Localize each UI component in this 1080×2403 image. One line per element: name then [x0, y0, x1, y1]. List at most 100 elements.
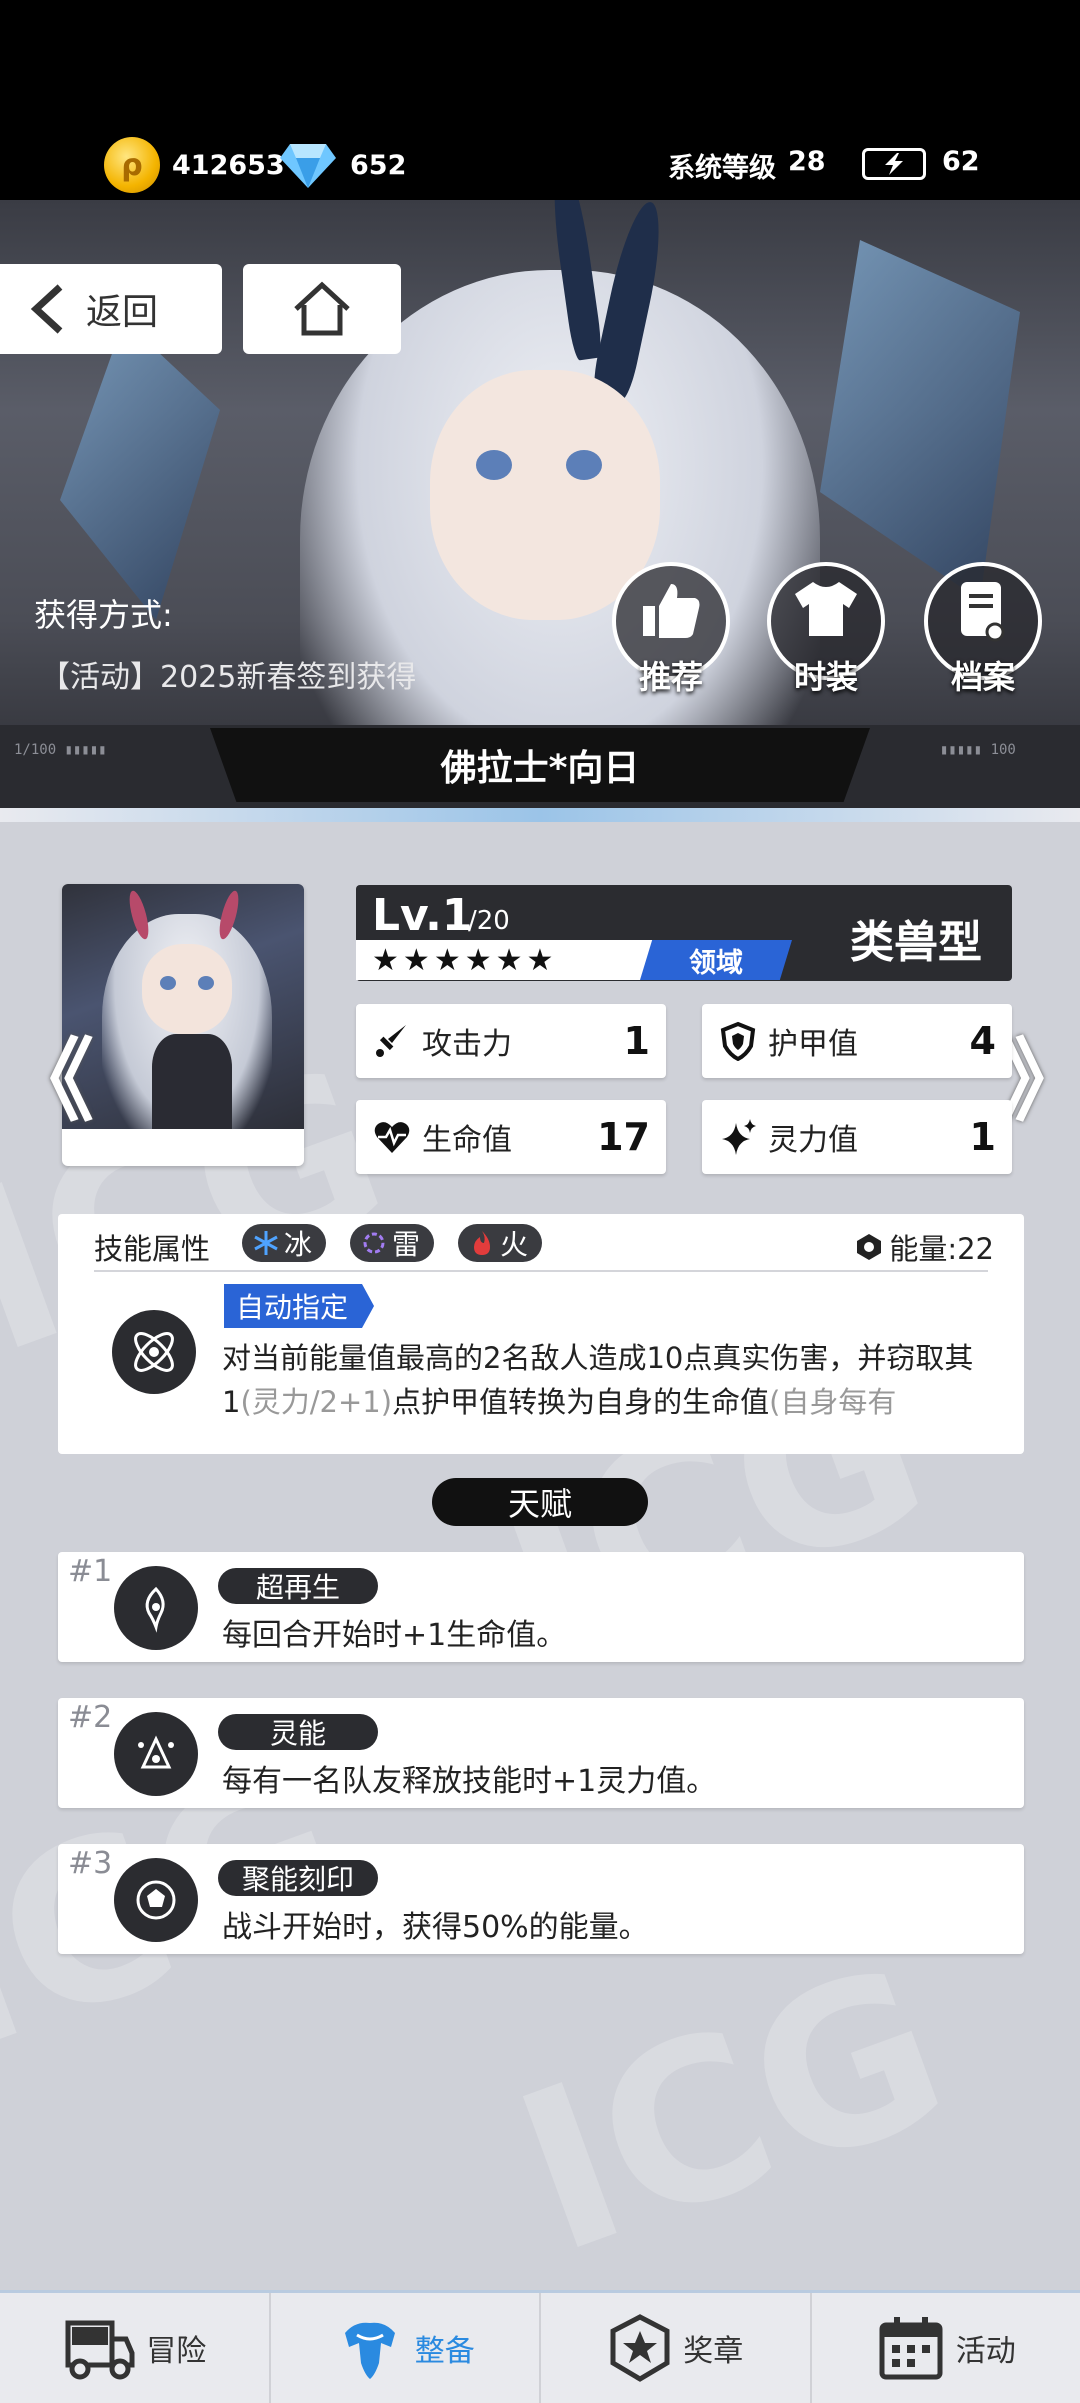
talent-name: 灵能: [218, 1714, 378, 1750]
home-icon: [294, 281, 350, 336]
energy-label: 能量:22: [889, 1232, 994, 1266]
obtain-method-label: 获得方式:: [34, 596, 173, 634]
tab-adventure[interactable]: 冒险: [0, 2293, 271, 2403]
next-character-arrow[interactable]: 》: [1000, 1008, 1080, 1138]
system-level-label: 系统等级: [668, 153, 776, 184]
talent-name: 超再生: [218, 1568, 378, 1604]
thunder-icon: [363, 1232, 385, 1254]
crystal-decoration: [60, 320, 220, 620]
portrait-image: [62, 884, 304, 1129]
tab-label: 奖章: [683, 2334, 744, 2369]
talent-description: 每有一名队友释放技能时+1灵力值。: [222, 1764, 717, 1799]
recommend-button[interactable]: 推荐: [612, 562, 730, 696]
system-level-value: 28: [788, 146, 826, 177]
fire-icon: [474, 1231, 490, 1255]
star-icon: ★: [372, 942, 399, 978]
psionic-crown-icon: [138, 1735, 174, 1769]
talent-description: 战斗开始时，获得50%的能量。: [222, 1910, 649, 1945]
character-portrait[interactable]: [62, 884, 304, 1166]
domain-tag-label: 领域: [689, 947, 743, 979]
coin-amount: 412653: [172, 149, 285, 181]
archive-label: 档案: [950, 658, 1015, 696]
talent-icon-circle: [114, 1858, 198, 1942]
talent-section-title: 天赋: [432, 1478, 648, 1526]
tab-label: 整备: [414, 2334, 475, 2369]
back-label: 返回: [86, 292, 159, 333]
crystal-decoration: [820, 240, 1020, 600]
skill-desc-note: (自身每有: [769, 1385, 897, 1419]
talent-icon-circle: [114, 1712, 198, 1796]
stat-attack: 攻击力 1: [356, 1004, 666, 1078]
skill-desc-formula: (灵力/2+1): [240, 1385, 393, 1419]
element-ice-badge: 冰: [242, 1224, 327, 1262]
truck-icon: [65, 2320, 135, 2380]
star-icon: ★: [495, 942, 523, 978]
level-max: /20: [468, 906, 510, 936]
stat-health: 生命值 17: [356, 1100, 666, 1174]
stat-value: 4: [969, 1019, 996, 1063]
name-bar-edge: [0, 808, 1080, 822]
background-watermark: ICG: [489, 1917, 975, 2303]
star-icon: ★: [433, 942, 461, 978]
coin-icon: ρ: [104, 137, 160, 193]
atom-icon: [134, 1332, 174, 1372]
domain-tag: 领域: [640, 940, 792, 980]
energy-hexagon-icon: [857, 1234, 882, 1260]
skill-desc-mid: 点护甲值转换为自身的生命值: [392, 1385, 770, 1419]
element-label: 雷: [392, 1228, 421, 1261]
talent-item[interactable]: 超再生 每回合开始时+1生命值。: [58, 1552, 1024, 1662]
character-eye: [476, 450, 512, 480]
obtain-method-text: 【活动】2025新春签到获得: [40, 660, 417, 695]
talent-description: 每回合开始时+1生命值。: [222, 1618, 567, 1653]
tab-medals[interactable]: 奖章: [541, 2293, 812, 2403]
tab-events[interactable]: 活动: [812, 2293, 1080, 2403]
stat-value: 17: [597, 1115, 650, 1159]
tab-equipment[interactable]: 整备: [271, 2293, 541, 2403]
regeneration-icon: [145, 1586, 165, 1633]
coin-counter: ρ 412653: [104, 137, 285, 193]
talent-number: #1: [68, 1554, 113, 1589]
energy-battery-icon: [862, 148, 926, 180]
talent-title-label: 天赋: [507, 1485, 572, 1523]
talent-name: 聚能刻印: [218, 1860, 378, 1896]
skill-card[interactable]: 技能属性 冰 雷 火 能量:22 自动指定 对当前能量值最高的2名敌人造成10点: [58, 1214, 1024, 1454]
talent-number: #3: [68, 1846, 113, 1881]
thumbs-up-icon: [643, 584, 700, 638]
archive-button[interactable]: 档案: [924, 562, 1042, 696]
skill-divider: [94, 1270, 988, 1272]
tab-label: 活动: [955, 2334, 1016, 2369]
level-text: Lv.1: [372, 890, 473, 941]
talent-number: #2: [68, 1700, 113, 1735]
stat-label: 护甲值: [768, 1027, 858, 1062]
character-name: 佛拉士*向日: [440, 748, 640, 789]
character-name-plate: 佛拉士*向日: [210, 728, 870, 802]
stat-label: 攻击力: [422, 1027, 512, 1062]
talent-name-label: 灵能: [269, 1717, 326, 1750]
costume-label: 时装: [793, 658, 858, 696]
decoration-text: ▮▮▮▮▮ 100: [940, 742, 1016, 758]
star-icon: ★: [464, 942, 492, 978]
costume-button[interactable]: 时装: [767, 562, 885, 696]
bottom-navigation: 冒险 整备 奖章 活动: [0, 2290, 1080, 2403]
recommend-label: 推荐: [638, 658, 703, 696]
skill-attribute-label: 技能属性: [94, 1232, 211, 1266]
skill-description: 对当前能量值最高的2名敌人造成10点真实伤害，并窃取其1(灵力/2+1)点护甲值…: [222, 1336, 1002, 1424]
talent-item[interactable]: 聚能刻印 战斗开始时，获得50%的能量。: [58, 1844, 1024, 1954]
armor-icon: [344, 2322, 395, 2379]
home-button[interactable]: [243, 264, 401, 354]
previous-character-arrow[interactable]: 《: [4, 1008, 94, 1138]
energy-value: 62: [942, 146, 980, 177]
gem-counter: 652: [280, 137, 406, 193]
chevron-left-icon: [30, 284, 63, 334]
stat-label: 灵力值: [768, 1123, 858, 1158]
calendar-icon: [879, 2317, 943, 2380]
stat-armor: 护甲值 4: [702, 1004, 1012, 1078]
talent-item[interactable]: 灵能 每有一名队友释放技能时+1灵力值。: [58, 1698, 1024, 1808]
back-button[interactable]: 返回: [0, 264, 222, 354]
auto-target-tag: 自动指定: [224, 1284, 375, 1328]
decoration-text: 1/100 ▮▮▮▮▮: [14, 742, 107, 758]
diamond-icon: [280, 144, 336, 188]
stat-value: 1: [969, 1115, 996, 1159]
element-thunder-badge: 雷: [350, 1224, 435, 1262]
gem-amount: 652: [350, 149, 407, 181]
